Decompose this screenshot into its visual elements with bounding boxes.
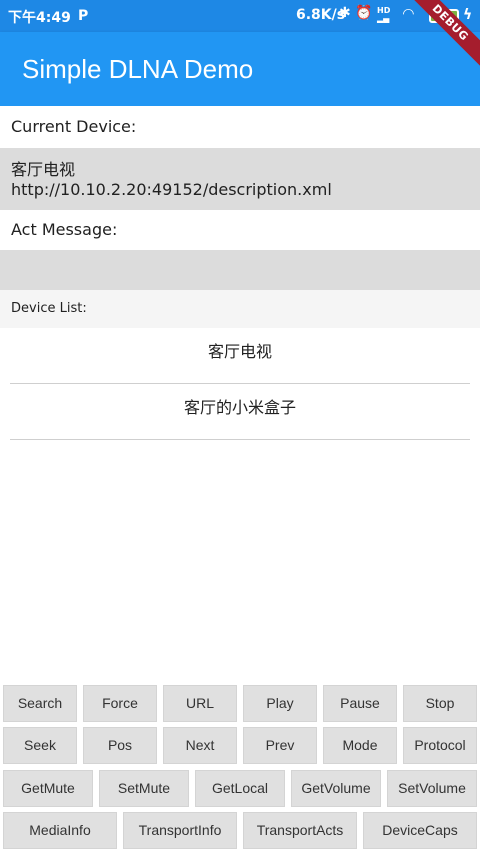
bluetooth-icon: ✱	[339, 5, 351, 21]
url-button[interactable]: URL	[163, 685, 237, 722]
stop-button[interactable]: Stop	[403, 685, 477, 722]
net-speed: 6.8K/s	[296, 7, 346, 23]
pause-button[interactable]: Pause	[323, 685, 397, 722]
device-list-item-label: 客厅电视	[207, 342, 272, 361]
current-device-url: http://10.10.2.20:49152/description.xml	[11, 180, 332, 199]
app-title: Simple DLNA Demo	[22, 54, 254, 84]
current-device-info: 客厅电视 http://10.10.2.20:49152/description…	[0, 148, 480, 210]
status-bar: 下午4:49 P 6.8K/s ✱ ⏰ HD▂▄ ◠ 100 ϟ	[0, 0, 480, 32]
prev-button[interactable]: Prev	[243, 727, 317, 764]
mode-button[interactable]: Mode	[323, 727, 397, 764]
get-volume-button[interactable]: GetVolume	[291, 770, 381, 807]
set-mute-button[interactable]: SetMute	[99, 770, 189, 807]
current-device-name: 客厅电视	[11, 160, 76, 179]
play-button[interactable]: Play	[243, 685, 317, 722]
device-caps-button[interactable]: DeviceCaps	[363, 812, 477, 849]
get-local-button[interactable]: GetLocal	[195, 770, 285, 807]
device-list-label: Device List:	[0, 290, 480, 328]
device-list-item[interactable]: 客厅电视	[10, 328, 470, 384]
set-volume-button[interactable]: SetVolume	[387, 770, 477, 807]
transport-info-button[interactable]: TransportInfo	[123, 812, 237, 849]
search-button[interactable]: Search	[3, 685, 77, 722]
control-buttons: Search Force URL Play Pause Stop Seek Po…	[0, 684, 480, 853]
next-button[interactable]: Next	[163, 727, 237, 764]
pos-button[interactable]: Pos	[83, 727, 157, 764]
app-bar: Simple DLNA Demo	[0, 32, 480, 106]
transport-acts-button[interactable]: TransportActs	[243, 812, 357, 849]
seek-button[interactable]: Seek	[3, 727, 77, 764]
protocol-button[interactable]: Protocol	[403, 727, 477, 764]
force-button[interactable]: Force	[83, 685, 157, 722]
status-time: 下午4:49	[8, 10, 71, 26]
app-notification-icon: P	[78, 8, 89, 24]
get-mute-button[interactable]: GetMute	[3, 770, 93, 807]
charging-icon: ϟ	[463, 7, 473, 23]
media-info-button[interactable]: MediaInfo	[3, 812, 117, 849]
device-list-item[interactable]: 客厅的小米盒子	[10, 384, 470, 440]
alarm-icon: ⏰	[355, 5, 373, 21]
hd-signal-icon: HD ▂▄	[377, 6, 391, 23]
current-device-label: Current Device:	[0, 106, 480, 148]
act-message-label: Act Message:	[0, 210, 480, 250]
wifi-icon: ◠	[403, 6, 414, 22]
device-list-item-label: 客厅的小米盒子	[183, 398, 296, 417]
act-message-value	[0, 250, 480, 290]
